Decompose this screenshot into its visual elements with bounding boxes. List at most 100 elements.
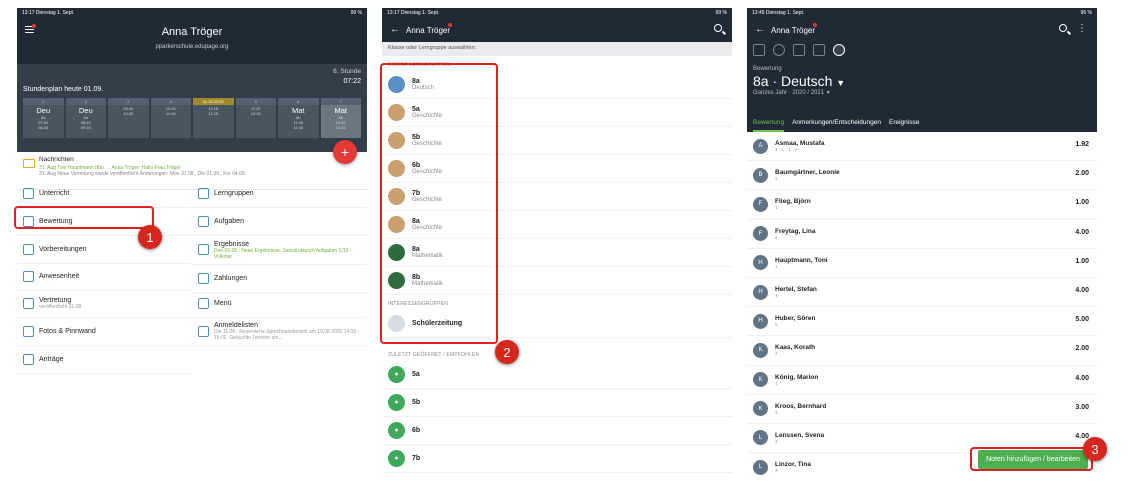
menu-label: Vorbereitungen xyxy=(39,246,87,253)
board-icon[interactable] xyxy=(793,44,805,56)
period-end: 11:25 xyxy=(208,111,219,116)
period-subject: Deu xyxy=(36,106,51,115)
menu-sub: Die 11.08.: Reservierte Sprechstundenzei… xyxy=(214,329,360,341)
course-header: Bewertung 8a · Deutsch ▼ Ganzes Jahr · 2… xyxy=(747,62,1097,132)
list-item-recent[interactable]: ● 5a xyxy=(382,361,732,389)
student-row[interactable]: H Hertel, Stefan 4 4.00 xyxy=(747,278,1097,308)
toolbar: ← Anna Tröger ⋮ xyxy=(747,18,1097,42)
student-row[interactable]: K Kroos, Bernhard 3 3.00 xyxy=(747,395,1097,424)
group-name: 7b xyxy=(412,455,421,462)
period-end: 12:30 xyxy=(293,125,304,130)
period-cell[interactable]: 1 Deu 8a 07:50 08:35 xyxy=(23,98,64,138)
step-badge-1: 1 xyxy=(138,225,162,249)
student-avatar: A xyxy=(753,138,768,154)
menu-item-anträge[interactable]: Anträge xyxy=(17,346,191,374)
back-arrow-icon[interactable]: ← xyxy=(755,24,765,35)
step-badge-2: 2 xyxy=(495,340,519,364)
list-item-recent[interactable]: ● 6b xyxy=(382,417,732,445)
status-bar: 13:17 Dienstag 1. Sept. 99 % xyxy=(17,8,367,18)
student-grades: 3 xyxy=(775,468,778,474)
list-item-recent[interactable]: ● 5b xyxy=(382,389,732,417)
period-end: 11:15 xyxy=(165,111,176,116)
dropdown-caret-icon: ▼ xyxy=(836,78,846,88)
period-cell[interactable]: 6 Mat 8b 11:45 12:30 xyxy=(278,98,319,138)
menu-item-anmeldelisten[interactable]: Anmeldelisten Die 11.08.: Reservierte Spr… xyxy=(192,318,367,346)
menu-item-lerngruppen[interactable]: Lerngruppen xyxy=(192,180,367,208)
period-number: 11:15-11:25 xyxy=(193,98,234,105)
student-row[interactable]: K Kaas, Korath 2 2.00 xyxy=(747,336,1097,366)
period-cell[interactable]: 2 Deu 8a 08:40 09:25 xyxy=(65,98,106,138)
student-text: Baumgärtner, Leonie 2 xyxy=(775,169,840,181)
grading-icon[interactable] xyxy=(833,44,845,56)
period-number: 1 xyxy=(23,98,64,105)
student-avatar: F xyxy=(753,196,768,212)
period-strip: 1 Deu 8a 07:50 08:35 2 Deu 8a 08:40 09:25 3 09:45 10… xyxy=(23,98,361,138)
menu-item-menü[interactable]: Menü xyxy=(192,290,367,318)
period-selector[interactable]: Ganzes Jahr · 2020 / 2021 ▼ xyxy=(753,90,1091,96)
menu-item-ergebnisse[interactable]: Ergebnisse Don 06.08.: Neue Ergebnisse: S… xyxy=(192,236,367,265)
period-number: 6 xyxy=(278,98,319,105)
menu-item-vorbereitungen[interactable]: Vorbereitungen xyxy=(17,236,191,264)
more-options-icon[interactable]: ⋮ xyxy=(1077,23,1087,34)
menu-label: Anträge xyxy=(39,356,64,363)
student-list: A Asmaa, Mustafa 3 · 1 · 1 · 2+ 1.92 B Baumgä… xyxy=(747,132,1097,476)
student-grades: 5 xyxy=(775,322,778,328)
menu-icon xyxy=(23,271,34,282)
period-end: 08:35 xyxy=(38,125,49,130)
student-name: König, Marion xyxy=(775,373,819,381)
menu-label: Menü xyxy=(214,300,232,307)
notification-dot xyxy=(448,23,452,27)
tab-bewertung[interactable]: Bewertung xyxy=(753,119,785,132)
period-cell[interactable]: 3 09:45 10:25 xyxy=(108,98,149,138)
student-average: 4.00 xyxy=(1075,374,1089,382)
message-line: 31. Aug Neue Vertretung wurde veröffentl… xyxy=(39,171,246,177)
student-row[interactable]: B Baumgärtner, Leonie 2 2.00 xyxy=(747,161,1097,191)
envelope-icon xyxy=(23,159,35,168)
menu-text: Anwesenheit xyxy=(39,273,79,280)
menu-icon xyxy=(23,298,34,309)
menu-icon xyxy=(198,216,209,227)
timetable-title: Stundenplan heute 01.09. xyxy=(23,86,104,93)
tab-ereignisse[interactable]: Ereignisse xyxy=(889,119,919,132)
student-row[interactable]: K König, Marion 4 4.00 xyxy=(747,366,1097,395)
course-name: 8a · Deutsch xyxy=(753,73,833,89)
grading-screen: 13:45 Dienstag 1. Sept. 96 % ← Anna Trög… xyxy=(747,8,1097,476)
period-cell[interactable]: 5 11:30 12:15 xyxy=(235,98,276,138)
student-row[interactable]: A Asmaa, Mustafa 3 · 1 · 1 · 2+ 1.92 xyxy=(747,132,1097,162)
menu-item-anwesenheit[interactable]: Anwesenheit xyxy=(17,263,191,291)
student-average: 4.00 xyxy=(1075,286,1089,294)
status-bar: 13:45 Dienstag 1. Sept. 96 % xyxy=(747,8,1097,18)
student-average: 2.00 xyxy=(1075,345,1089,353)
menu-label: Ergebnisse xyxy=(214,240,250,248)
menu-item-unterricht[interactable]: Unterricht xyxy=(17,180,191,208)
period-cell[interactable]: 11:15-11:25 11:15 11:25 xyxy=(193,98,234,138)
menu-text: Vorbereitungen xyxy=(39,246,86,253)
student-row[interactable]: F Freytag, Lina 4 4.00 xyxy=(747,220,1097,249)
briefcase-icon[interactable] xyxy=(813,44,825,56)
student-row[interactable]: F Flieg, Björn 1 1.00 xyxy=(747,190,1097,220)
menu-label: Lerngruppen xyxy=(214,190,254,197)
menu-item-vertretung[interactable]: Vertretung veröffentlicht 31.08. xyxy=(17,290,191,318)
back-arrow-icon[interactable]: ← xyxy=(390,24,400,35)
list-item-recent[interactable]: ● 7b xyxy=(382,445,732,473)
search-icon[interactable] xyxy=(714,24,722,32)
student-row[interactable]: H Huber, Sören 5 5.00 xyxy=(747,307,1097,337)
group-name: 5a xyxy=(412,371,420,378)
student-row[interactable]: H Hauptmann, Toni 1 1.00 xyxy=(747,249,1097,278)
menu-label: Anmeldelisten xyxy=(214,322,258,329)
period-number: 3 xyxy=(108,98,149,105)
search-icon[interactable] xyxy=(1059,24,1067,32)
period-cell[interactable]: 7 Mat 8b 12:40 13:25 xyxy=(320,98,361,138)
tab-anmerkungen[interactable]: Anmerkungen/Entscheidungen xyxy=(792,119,881,132)
student-avatar: K xyxy=(753,372,768,388)
period-cell[interactable]: 4 10:30 11:15 xyxy=(150,98,191,138)
menu-item-aufgaben[interactable]: Aufgaben xyxy=(192,208,367,236)
current-time: 07:22 xyxy=(343,78,361,85)
highlight-box-1 xyxy=(14,206,154,229)
menu-text: Ergebnisse Don 06.08.: Neue Ergebnisse: S… xyxy=(214,241,367,260)
menu-item-zahlungen[interactable]: Zahlungen xyxy=(192,265,367,293)
clock-icon[interactable] xyxy=(773,44,785,56)
course-selector[interactable]: 8a · Deutsch ▼ xyxy=(753,73,1091,89)
mail-icon[interactable] xyxy=(753,44,765,56)
menu-item-fotos-pinnwand[interactable]: Fotos & Pinnwand xyxy=(17,318,191,346)
